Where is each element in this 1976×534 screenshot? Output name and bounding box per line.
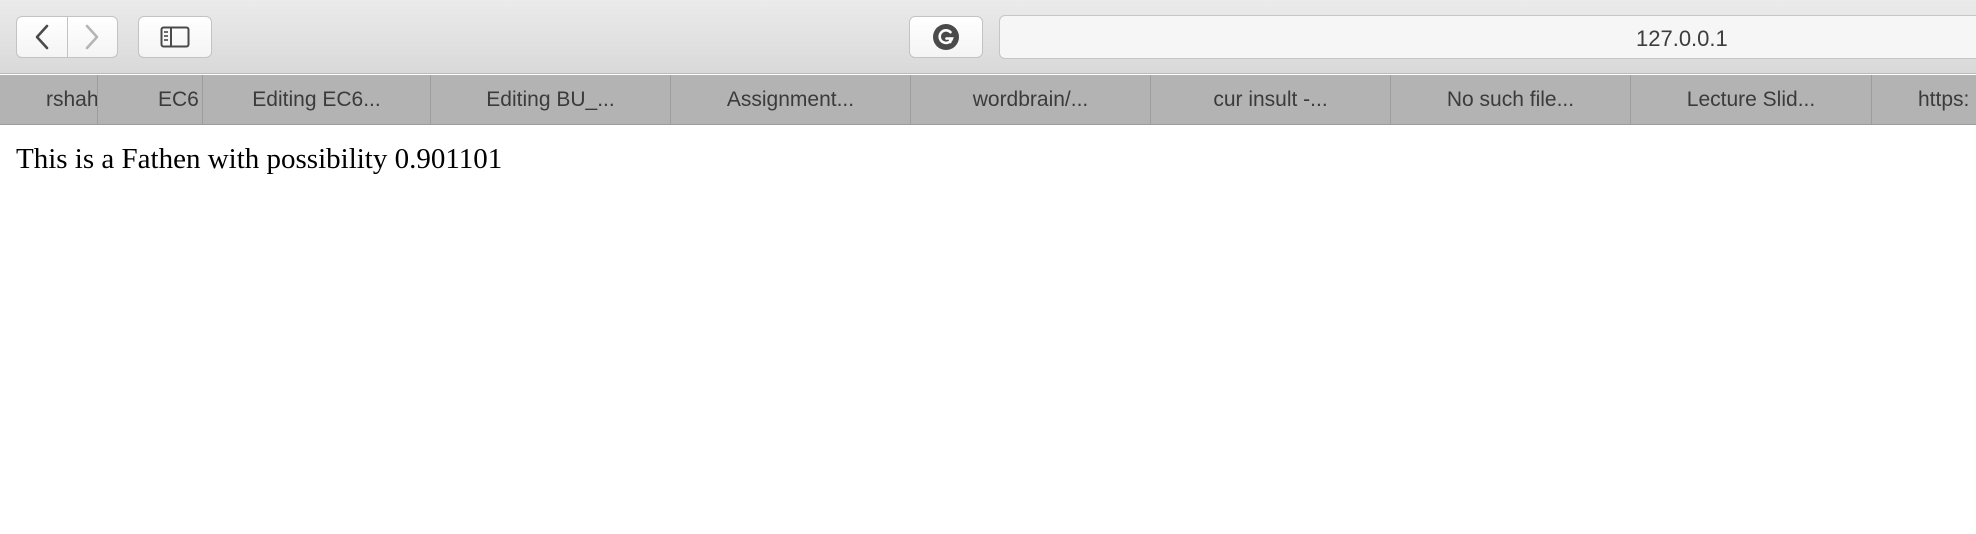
tab-label: wordbrain/... [972, 87, 1089, 111]
tab-rshah[interactable]: rshah [0, 75, 98, 124]
tab-no-such-file[interactable]: No such file... [1391, 75, 1631, 124]
grammarly-extension-button[interactable] [909, 16, 983, 58]
tab-label: No such file... [1446, 87, 1575, 111]
tab-label: https: [1918, 87, 1970, 111]
tab-bar: rshah EC6 Editing EC6... Editing BU_... … [0, 75, 1976, 125]
forward-button[interactable] [66, 17, 118, 57]
tab-https[interactable]: https: [1872, 75, 1976, 124]
back-button[interactable] [17, 17, 67, 57]
tab-label: Editing EC6... [252, 87, 381, 111]
tab-wordbrain[interactable]: wordbrain/... [911, 75, 1151, 124]
tab-label: Lecture Slid... [1686, 87, 1816, 111]
tab-editing-ec6[interactable]: Editing EC6... [203, 75, 431, 124]
tab-assignment[interactable]: Assignment... [671, 75, 911, 124]
toolbar: 127.0.0.1 [0, 0, 1976, 74]
address-text: 127.0.0.1 [1636, 26, 1728, 51]
tab-editing-bu[interactable]: Editing BU_... [431, 75, 671, 124]
tab-label: Assignment... [726, 87, 855, 111]
tab-lecture-slides[interactable]: Lecture Slid... [1631, 75, 1872, 124]
grammarly-icon [933, 24, 959, 50]
browser-window: 127.0.0.1 rshah EC6 Editing EC6... Editi… [0, 0, 1976, 534]
address-bar[interactable]: 127.0.0.1 [999, 15, 1976, 59]
tab-label: EC6 [158, 87, 199, 111]
sidebar-icon [160, 26, 190, 48]
navigation-buttons [16, 16, 118, 58]
chevron-right-icon [85, 24, 99, 50]
chevron-left-icon [35, 24, 49, 50]
tab-label: rshah [46, 87, 98, 111]
sidebar-button[interactable] [138, 16, 212, 58]
tab-label: cur insult -... [1213, 87, 1328, 111]
tab-label: Editing BU_... [486, 87, 615, 111]
page-content-text: This is a Fathen with possibility 0.9011… [16, 143, 503, 175]
tab-cur-insult[interactable]: cur insult -... [1151, 75, 1391, 124]
tab-ec6[interactable]: EC6 [98, 75, 203, 124]
